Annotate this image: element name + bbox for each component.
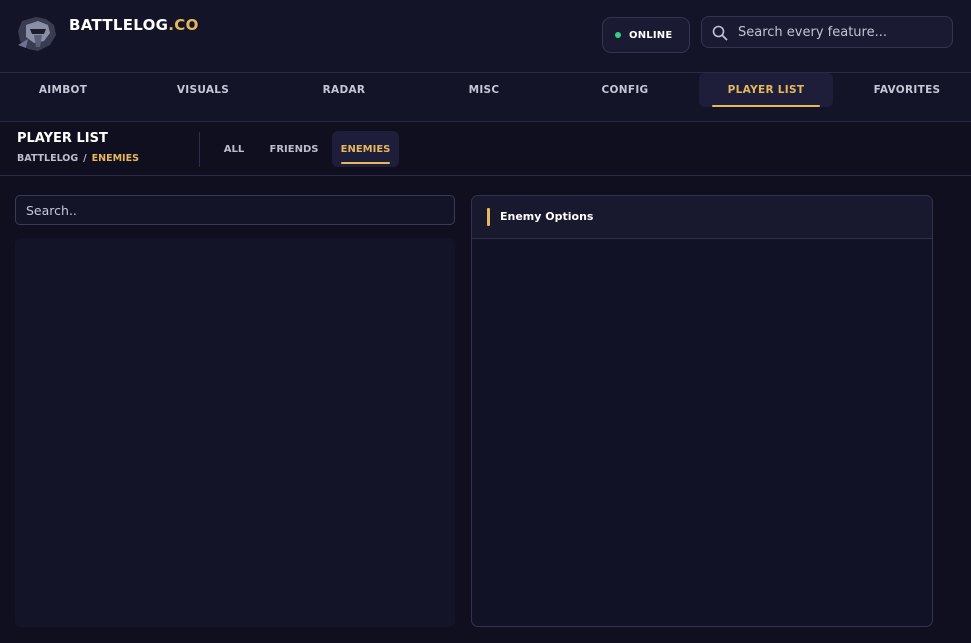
tab-config[interactable]: CONFIG: [558, 73, 692, 107]
top-header: BATTLELOG.CO ONLINE: [0, 0, 971, 73]
enemy-options-panel: Enemy Options: [471, 195, 933, 627]
player-list-panel[interactable]: [15, 238, 455, 627]
filter-tab-all[interactable]: ALL: [216, 131, 252, 167]
section-accent-bar: [487, 208, 490, 226]
sub-header-divider: [199, 132, 200, 167]
tab-player-list[interactable]: PLAYER LIST: [699, 73, 833, 107]
tab-visuals[interactable]: VISUALS: [136, 73, 270, 107]
breadcrumb-current: ENEMIES: [91, 153, 139, 164]
page-title: PLAYER LIST: [17, 131, 108, 146]
filter-tab-enemies[interactable]: ENEMIES: [332, 131, 399, 167]
app-window: BATTLELOG.CO ONLINE AIMBOT VISUALS RADAR…: [0, 0, 971, 643]
brand-name: BATTLELOG.CO: [69, 16, 199, 34]
status-badge: ONLINE: [602, 17, 690, 53]
breadcrumb-root[interactable]: BATTLELOG: [17, 153, 78, 164]
breadcrumb: BATTLELOG / ENEMIES: [17, 153, 139, 164]
tab-misc[interactable]: MISC: [417, 73, 551, 107]
player-search-box: [15, 195, 455, 225]
global-search-box: [701, 16, 953, 48]
search-icon: [712, 25, 728, 41]
tab-radar[interactable]: RADAR: [277, 73, 411, 107]
brand-tld: .CO: [168, 16, 199, 34]
player-search-input[interactable]: [16, 196, 454, 224]
breadcrumb-separator: /: [83, 153, 87, 164]
main-nav: AIMBOT VISUALS RADAR MISC CONFIG PLAYER …: [0, 73, 971, 122]
enemy-options-title: Enemy Options: [500, 210, 594, 223]
tab-aimbot[interactable]: AIMBOT: [0, 73, 130, 107]
brand-name-text: BATTLELOG: [69, 16, 169, 34]
status-dot-icon: [615, 32, 621, 38]
filter-tab-friends[interactable]: FRIENDS: [262, 131, 326, 167]
status-label: ONLINE: [629, 29, 673, 41]
knight-helmet-icon: [18, 17, 56, 51]
global-search-input[interactable]: [738, 17, 948, 47]
tab-favorites[interactable]: FAVORITES: [840, 73, 971, 107]
enemy-options-header: Enemy Options: [472, 196, 932, 239]
sub-header: PLAYER LIST BATTLELOG / ENEMIES ALL FRIEND…: [0, 122, 971, 176]
